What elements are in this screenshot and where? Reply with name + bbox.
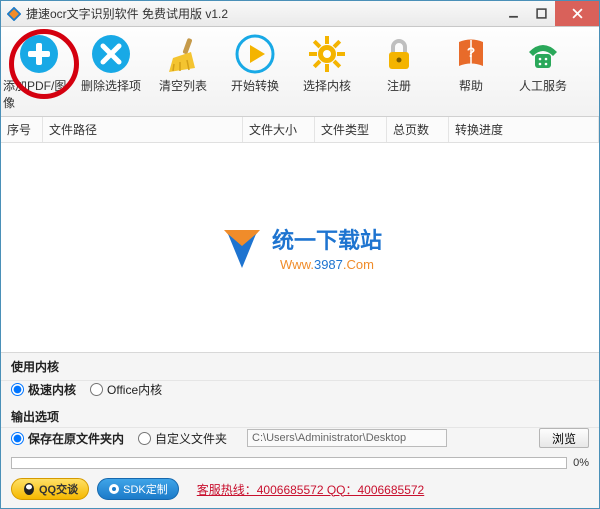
browse-button[interactable]: 浏览 bbox=[539, 428, 589, 448]
window-title: 捷速ocr文字识别软件 免费试用版 v1.2 bbox=[26, 5, 499, 22]
col-pages[interactable]: 总页数 bbox=[387, 117, 449, 142]
output-row: 输出选项 bbox=[1, 403, 599, 428]
footer: QQ交谈 SDK定制 客服热线：4006685572 QQ：4006685572 bbox=[1, 473, 599, 508]
add-pdf-button[interactable]: 添加PDF/图像 bbox=[3, 31, 75, 114]
window-controls bbox=[499, 1, 599, 26]
register-label: 注册 bbox=[387, 77, 411, 94]
progress-bar bbox=[11, 457, 567, 469]
add-label: 添加PDF/图像 bbox=[3, 77, 75, 111]
delete-label: 删除选择项 bbox=[81, 77, 141, 94]
qq-chat-button[interactable]: QQ交谈 bbox=[11, 478, 89, 500]
minimize-button[interactable] bbox=[499, 1, 527, 26]
progress-row: 0% bbox=[1, 453, 599, 473]
radio-office-kernel[interactable]: Office内核 bbox=[90, 381, 162, 398]
close-button[interactable] bbox=[555, 1, 599, 26]
kernel-panel-label: 使用内核 bbox=[11, 358, 59, 375]
settings-panel: 使用内核 极速内核 Office内核 输出选项 保存在原文件夹内 自定义文件夹 … bbox=[1, 352, 599, 508]
kernel-label: 选择内核 bbox=[303, 77, 351, 94]
svg-text:?: ? bbox=[467, 44, 476, 60]
play-icon bbox=[235, 34, 275, 74]
col-size[interactable]: 文件大小 bbox=[243, 117, 315, 142]
output-panel-label: 输出选项 bbox=[11, 408, 59, 425]
plus-icon bbox=[19, 34, 59, 74]
start-convert-button[interactable]: 开始转换 bbox=[219, 31, 291, 114]
watermark-logo-icon bbox=[218, 224, 266, 272]
sdk-icon bbox=[108, 483, 120, 495]
help-label: 帮助 bbox=[459, 77, 483, 94]
broom-icon bbox=[163, 34, 203, 74]
watermark-name: 统一下载站 bbox=[272, 228, 382, 253]
col-path[interactable]: 文件路径 bbox=[43, 117, 243, 142]
file-list[interactable]: 统一下载站 Www.3987.Com bbox=[1, 143, 599, 352]
help-button[interactable]: ? 帮助 bbox=[435, 31, 507, 114]
service-label: 人工服务 bbox=[519, 77, 567, 94]
hotline-link[interactable]: 客服热线：4006685572 QQ：4006685572 bbox=[197, 481, 424, 498]
maximize-button[interactable] bbox=[527, 1, 555, 26]
qq-icon bbox=[22, 482, 36, 496]
output-path-input[interactable] bbox=[247, 429, 447, 447]
kernel-row: 使用内核 bbox=[1, 353, 599, 381]
app-logo-icon bbox=[7, 7, 21, 21]
toolbar: 添加PDF/图像 删除选择项 清空列表 开始转换 选择内核 注册 ? 帮助 bbox=[1, 27, 599, 117]
radio-custom-folder[interactable]: 自定义文件夹 bbox=[138, 430, 227, 447]
clear-list-button[interactable]: 清空列表 bbox=[147, 31, 219, 114]
radio-fast-kernel[interactable]: 极速内核 bbox=[11, 381, 76, 398]
start-label: 开始转换 bbox=[231, 77, 279, 94]
lock-icon bbox=[379, 34, 419, 74]
list-header: 序号 文件路径 文件大小 文件类型 总页数 转换进度 bbox=[1, 117, 599, 143]
help-book-icon: ? bbox=[451, 34, 491, 74]
phone-icon bbox=[523, 34, 563, 74]
app-window: 捷速ocr文字识别软件 免费试用版 v1.2 添加PDF/图像 删除选择项 清空… bbox=[0, 0, 600, 509]
delete-icon bbox=[91, 34, 131, 74]
register-button[interactable]: 注册 bbox=[363, 31, 435, 114]
select-kernel-button[interactable]: 选择内核 bbox=[291, 31, 363, 114]
radio-save-source[interactable]: 保存在原文件夹内 bbox=[11, 430, 124, 447]
clear-label: 清空列表 bbox=[159, 77, 207, 94]
sdk-custom-button[interactable]: SDK定制 bbox=[97, 478, 179, 500]
col-index[interactable]: 序号 bbox=[1, 117, 43, 142]
progress-percent: 0% bbox=[573, 457, 589, 469]
col-progress[interactable]: 转换进度 bbox=[449, 117, 599, 142]
watermark: 统一下载站 Www.3987.Com bbox=[218, 223, 382, 272]
manual-service-button[interactable]: 人工服务 bbox=[507, 31, 579, 114]
gear-icon bbox=[307, 34, 347, 74]
col-type[interactable]: 文件类型 bbox=[315, 117, 387, 142]
delete-selected-button[interactable]: 删除选择项 bbox=[75, 31, 147, 114]
titlebar: 捷速ocr文字识别软件 免费试用版 v1.2 bbox=[1, 1, 599, 27]
